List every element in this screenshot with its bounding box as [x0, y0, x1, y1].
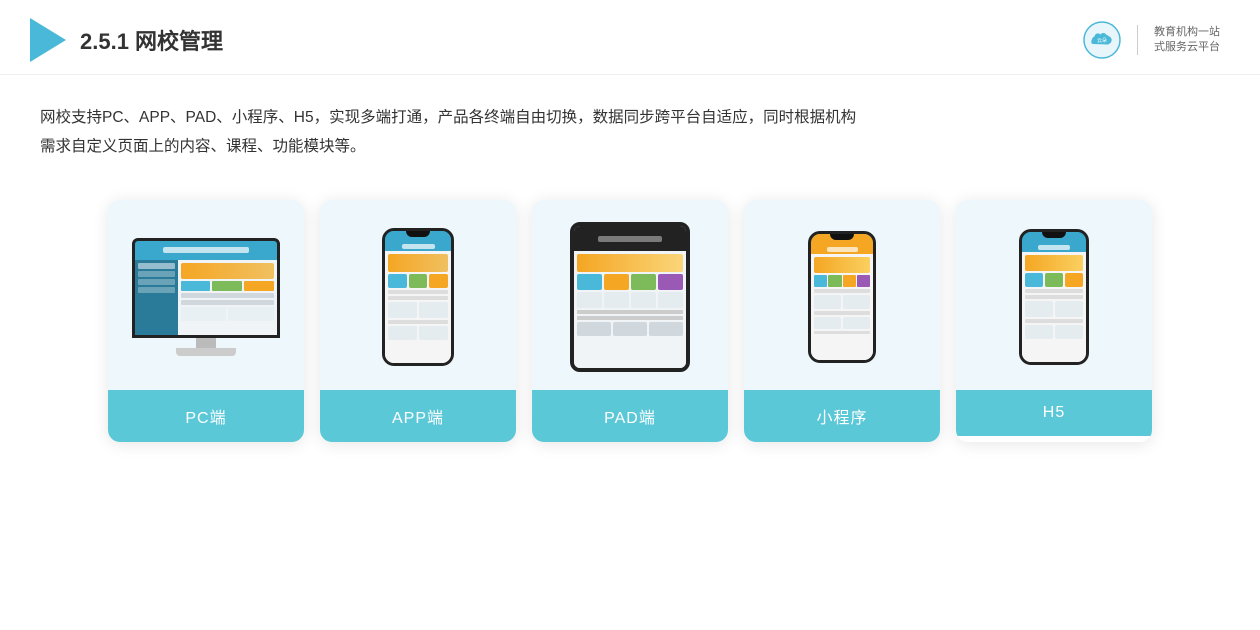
description-line1: 网校支持PC、APP、PAD、小程序、H5，实现多端打通，产品各终端自由切换，数…	[40, 103, 1220, 132]
cards-container: PC端	[0, 172, 1260, 472]
device-miniapp-phone	[808, 231, 876, 363]
brand-slogan-line1: 教育机构一站	[1154, 25, 1220, 40]
card-h5-image	[956, 200, 1152, 390]
card-miniapp: 小程序	[744, 200, 940, 442]
phone-frame-app	[382, 228, 454, 366]
card-pad: PAD端	[532, 200, 728, 442]
title-main: 网校管理	[135, 29, 223, 54]
brand-divider	[1137, 25, 1138, 55]
card-miniapp-label: 小程序	[744, 390, 940, 442]
card-h5-label: H5	[956, 390, 1152, 436]
brand-cloud-icon: 云朵	[1083, 21, 1121, 59]
svg-text:云朵: 云朵	[1097, 38, 1107, 44]
card-app: APP端	[320, 200, 516, 442]
header-left: 2.5.1 网校管理	[30, 18, 223, 62]
card-pad-image	[532, 200, 728, 390]
card-app-label: APP端	[320, 390, 516, 442]
brand-text: 教育机构一站 式服务云平台	[1154, 25, 1220, 56]
card-miniapp-image	[744, 200, 940, 390]
header: 2.5.1 网校管理 云朵 教育机构一站 式服务云平台	[0, 0, 1260, 75]
tablet-frame	[570, 222, 690, 372]
brand-logo: 云朵	[1083, 21, 1121, 59]
device-pc	[132, 238, 280, 356]
pc-base	[176, 348, 236, 356]
page-title: 2.5.1 网校管理	[80, 24, 223, 56]
card-pc-image	[108, 200, 304, 390]
card-pc: PC端	[108, 200, 304, 442]
card-pad-label: PAD端	[532, 390, 728, 442]
phone-frame-miniapp	[808, 231, 876, 363]
device-app-phone	[382, 228, 454, 366]
header-right: 云朵 教育机构一站 式服务云平台	[1083, 21, 1220, 59]
page: 2.5.1 网校管理 云朵 教育机构一站 式服务云平台 网校支持PC、APP、P…	[0, 0, 1260, 630]
title-prefix: 2.5.1	[80, 29, 135, 54]
card-pc-label: PC端	[108, 390, 304, 442]
description: 网校支持PC、APP、PAD、小程序、H5，实现多端打通，产品各终端自由切换，数…	[0, 75, 1260, 172]
description-line2: 需求自定义页面上的内容、课程、功能模块等。	[40, 132, 1220, 161]
logo-triangle-icon	[30, 18, 66, 62]
pc-neck	[196, 338, 216, 348]
phone-frame-h5	[1019, 229, 1089, 365]
card-app-image	[320, 200, 516, 390]
card-h5: H5	[956, 200, 1152, 442]
device-h5-phone	[1019, 229, 1089, 365]
pc-monitor	[132, 238, 280, 338]
device-tablet	[570, 222, 690, 372]
brand-slogan-line2: 式服务云平台	[1154, 40, 1220, 55]
